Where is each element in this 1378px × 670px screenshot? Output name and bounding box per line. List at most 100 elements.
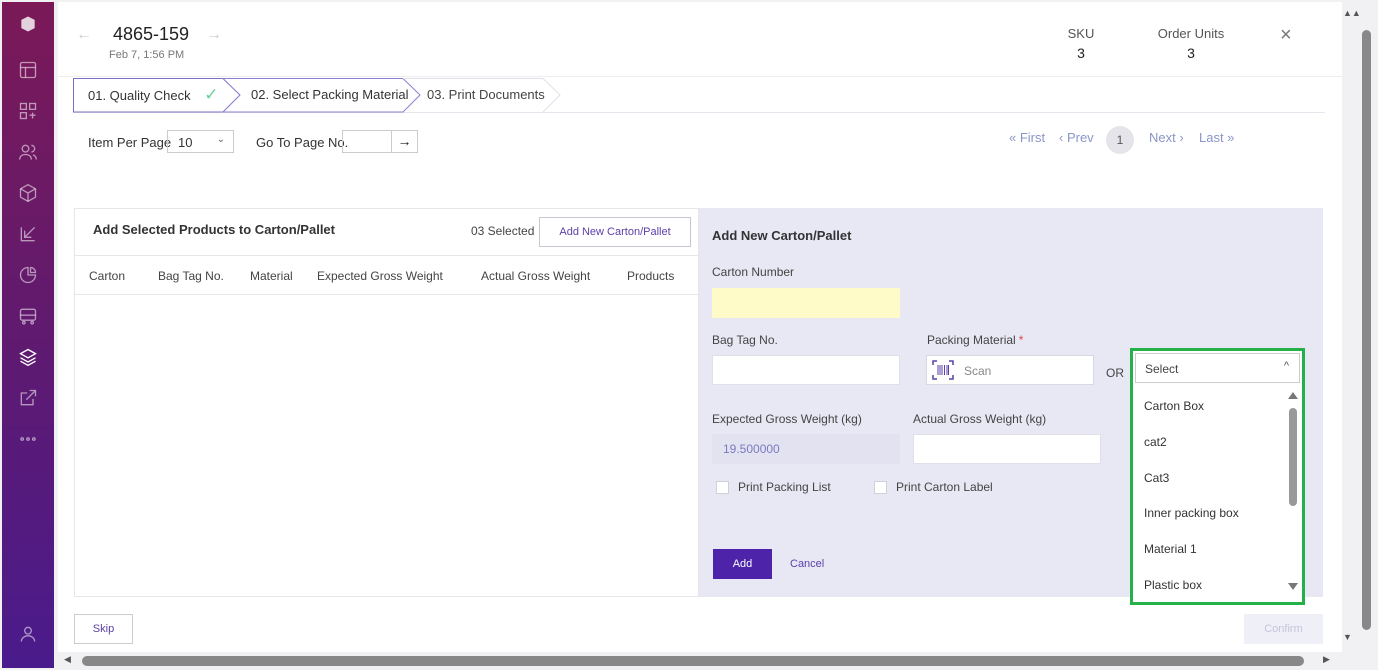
column-header[interactable]: Expected Gross Weight bbox=[317, 269, 443, 283]
user-icon[interactable] bbox=[16, 622, 40, 646]
current-page[interactable]: 1 bbox=[1106, 126, 1134, 154]
scroll-up-arrow-icon[interactable] bbox=[1288, 392, 1298, 399]
option-plastic-box[interactable]: Plastic box bbox=[1144, 578, 1202, 592]
scroll-down-arrow-icon[interactable] bbox=[1288, 583, 1298, 590]
actual-weight-input[interactable] bbox=[913, 434, 1101, 464]
packing-material-label: Packing Material * bbox=[927, 333, 1024, 347]
step-label: 01. Quality Check bbox=[88, 88, 191, 103]
selected-products-panel: Add Selected Products to Carton/Pallet 0… bbox=[74, 208, 699, 597]
main-content: ← 4865-159 → Feb 7, 1:56 PM SKU 3 Order … bbox=[58, 2, 1342, 652]
expected-weight-value: 19.500000 bbox=[712, 434, 900, 464]
print-carton-label-checkbox[interactable] bbox=[874, 481, 887, 494]
step-label: 03. Print Documents bbox=[427, 87, 545, 102]
logo-icon[interactable] bbox=[16, 12, 40, 36]
users-icon[interactable] bbox=[16, 140, 40, 164]
option-material-1[interactable]: Material 1 bbox=[1144, 542, 1197, 556]
order-date: Feb 7, 1:56 PM bbox=[109, 49, 185, 61]
option-cat2[interactable]: cat2 bbox=[1144, 435, 1167, 449]
dropdown-options: Carton Box cat2 Cat3 Inner packing box M… bbox=[1135, 383, 1300, 601]
stepper: 01. Quality Check ✓ 02. Select Packing M… bbox=[73, 78, 1325, 113]
go-to-page-input[interactable] bbox=[342, 130, 392, 153]
column-header[interactable]: Carton bbox=[89, 269, 125, 283]
chevron-down-icon: ⌄ bbox=[216, 134, 225, 145]
carton-number-label: Carton Number bbox=[712, 265, 795, 279]
sku-stat: SKU 3 bbox=[1058, 26, 1104, 61]
sku-value: 3 bbox=[1077, 45, 1085, 61]
scroll-right-arrow-icon[interactable]: ▶ bbox=[1323, 654, 1330, 665]
box-icon[interactable] bbox=[16, 181, 40, 205]
order-id: 4865-159 bbox=[113, 24, 190, 44]
vertical-scrollbar[interactable] bbox=[1362, 30, 1371, 630]
first-page-link[interactable]: « First bbox=[1009, 130, 1045, 145]
scan-placeholder: Scan bbox=[964, 364, 992, 378]
external-link-icon[interactable] bbox=[16, 386, 40, 410]
prev-page-link[interactable]: ‹ Prev bbox=[1059, 130, 1094, 145]
go-arrow-button[interactable]: → bbox=[391, 130, 418, 153]
scroll-down-arrow-icon[interactable]: ▼ bbox=[1343, 632, 1352, 642]
pie-chart-icon[interactable] bbox=[16, 263, 40, 287]
step-quality-check[interactable]: 01. Quality Check ✓ bbox=[73, 78, 223, 112]
sidebar bbox=[2, 2, 54, 668]
dropdown-scrollbar[interactable] bbox=[1289, 408, 1297, 506]
step-select-packing-material[interactable]: 02. Select Packing Material bbox=[251, 78, 409, 112]
column-header[interactable]: Products bbox=[627, 269, 674, 283]
grid-icon[interactable] bbox=[16, 99, 40, 123]
print-packing-list-label: Print Packing List bbox=[738, 480, 831, 494]
form-title: Add New Carton/Pallet bbox=[712, 228, 852, 243]
go-to-page-label: Go To Page No. bbox=[256, 135, 349, 150]
print-carton-label-label: Print Carton Label bbox=[896, 480, 993, 494]
scan-input[interactable]: Scan bbox=[926, 355, 1094, 385]
layers-icon[interactable] bbox=[16, 345, 40, 369]
carton-number-input[interactable] bbox=[712, 288, 900, 318]
actual-weight-label: Actual Gross Weight (kg) bbox=[913, 412, 1047, 426]
print-packing-list-checkbox[interactable] bbox=[716, 481, 729, 494]
items-per-page-value: 10 bbox=[178, 135, 193, 150]
add-button[interactable]: Add bbox=[713, 549, 772, 579]
items-per-page-label: Item Per Page bbox=[88, 135, 172, 150]
table-header: Carton Bag Tag No. Material Expected Gro… bbox=[75, 255, 698, 295]
barcode-scan-icon bbox=[932, 360, 954, 380]
last-page-link[interactable]: Last » bbox=[1199, 130, 1234, 145]
order-header: ← 4865-159 → Feb 7, 1:56 PM SKU 3 Order … bbox=[58, 2, 1342, 77]
option-inner-packing-box[interactable]: Inner packing box bbox=[1144, 506, 1239, 520]
bag-tag-label: Bag Tag No. bbox=[712, 333, 778, 347]
horizontal-scrollbar[interactable] bbox=[82, 656, 1304, 666]
panel-title: Add Selected Products to Carton/Pallet bbox=[93, 222, 335, 237]
more-icon[interactable] bbox=[16, 427, 40, 451]
column-header[interactable]: Bag Tag No. bbox=[158, 269, 224, 283]
bag-tag-input[interactable] bbox=[712, 355, 900, 385]
column-header[interactable]: Actual Gross Weight bbox=[481, 269, 590, 283]
column-header[interactable]: Material bbox=[250, 269, 293, 283]
order-units-stat: Order Units 3 bbox=[1148, 26, 1234, 61]
check-icon: ✓ bbox=[204, 85, 219, 104]
sku-label: SKU bbox=[1067, 26, 1095, 41]
truck-icon[interactable] bbox=[16, 304, 40, 328]
layout-icon[interactable] bbox=[16, 58, 40, 82]
add-new-carton-button[interactable]: Add New Carton/Pallet bbox=[539, 217, 691, 247]
import-icon[interactable] bbox=[16, 222, 40, 246]
order-units-value: 3 bbox=[1187, 45, 1195, 61]
items-per-page-select[interactable]: 10 ⌄ bbox=[167, 130, 234, 153]
select-value: Select bbox=[1145, 362, 1179, 376]
step-print-documents[interactable]: 03. Print Documents bbox=[427, 78, 545, 112]
prev-order-arrow-icon[interactable]: ← bbox=[76, 26, 92, 44]
step-label: 02. Select Packing Material bbox=[251, 87, 409, 102]
scroll-up-arrow-icon[interactable]: ▲▲ bbox=[1343, 8, 1361, 18]
scroll-left-arrow-icon[interactable]: ◀ bbox=[64, 654, 71, 665]
chevron-up-icon: ^ bbox=[1283, 360, 1289, 372]
option-cat3[interactable]: Cat3 bbox=[1144, 471, 1169, 485]
order-units-label: Order Units bbox=[1157, 26, 1225, 41]
cancel-button[interactable]: Cancel bbox=[790, 558, 824, 570]
option-carton-box[interactable]: Carton Box bbox=[1144, 399, 1204, 413]
next-page-link[interactable]: Next › bbox=[1149, 130, 1184, 145]
confirm-button[interactable]: Confirm bbox=[1244, 614, 1323, 644]
or-label: OR bbox=[1106, 366, 1124, 380]
next-order-arrow-icon[interactable]: → bbox=[206, 26, 222, 44]
skip-button[interactable]: Skip bbox=[74, 614, 133, 644]
close-icon[interactable]: × bbox=[1280, 24, 1292, 47]
packing-material-select[interactable]: Select ^ bbox=[1135, 353, 1300, 383]
required-mark: * bbox=[1018, 333, 1024, 347]
expected-weight-label: Expected Gross Weight (kg) bbox=[712, 412, 862, 426]
selected-count: 03 Selected bbox=[471, 224, 535, 238]
packing-material-dropdown: Select ^ Carton Box cat2 Cat3 Inner pack… bbox=[1130, 348, 1305, 605]
